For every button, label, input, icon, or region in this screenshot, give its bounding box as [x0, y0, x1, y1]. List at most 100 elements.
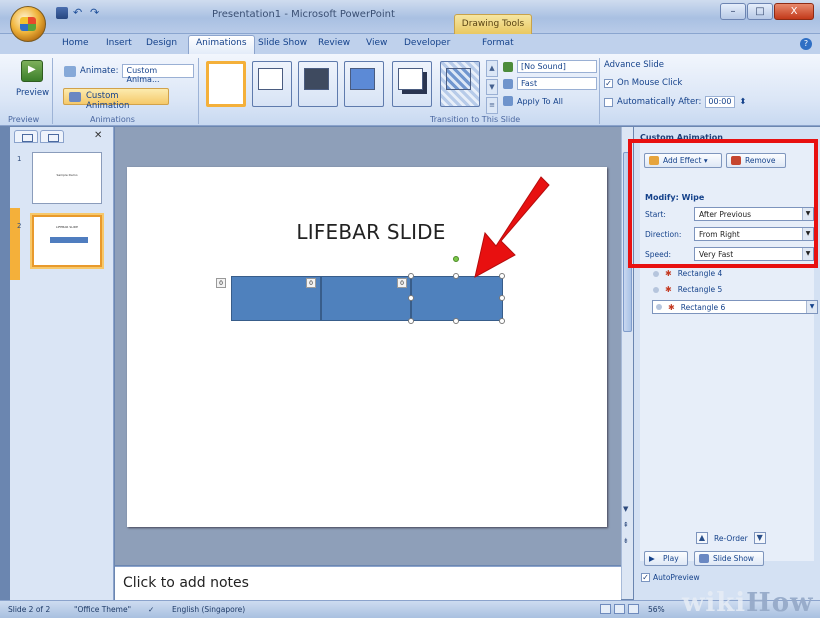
- sorter-view-icon[interactable]: [614, 604, 625, 614]
- office-button[interactable]: [10, 6, 46, 42]
- animate-dropdown[interactable]: Custom Anima...: [122, 64, 195, 84]
- resize-handle[interactable]: [408, 318, 414, 324]
- highlight-box: [628, 139, 818, 268]
- group-label-preview: Preview: [8, 115, 40, 124]
- view-buttons: [600, 604, 639, 614]
- rectangle-6[interactable]: [411, 276, 503, 321]
- apply-to-all-button[interactable]: Apply To All: [517, 97, 563, 106]
- effect-name: Rectangle 6: [680, 302, 726, 312]
- animation-order-tag: 0: [306, 278, 316, 288]
- slide-thumbnail-title: LIFEBAR SLIDE: [56, 225, 78, 229]
- tab-format[interactable]: Format: [482, 38, 514, 48]
- tab-developer[interactable]: Developer: [404, 38, 450, 48]
- tab-slides[interactable]: [14, 130, 38, 143]
- auto-after-time-input[interactable]: 00:00: [705, 96, 736, 108]
- slide-show-button[interactable]: Slide Show: [694, 551, 764, 566]
- slide-thumbnail-1[interactable]: Sample Demo: [32, 152, 102, 204]
- help-icon[interactable]: ?: [800, 38, 812, 50]
- move-up-icon[interactable]: ▲: [696, 532, 708, 544]
- save-icon[interactable]: [56, 7, 68, 19]
- time-spinner-icon[interactable]: ⬍: [739, 97, 746, 107]
- undo-icon[interactable]: ↶: [73, 7, 85, 19]
- wipe-effect-icon: ✱: [665, 285, 672, 294]
- close-button[interactable]: X: [774, 3, 814, 20]
- tab-design[interactable]: Design: [146, 38, 177, 48]
- effect-name: Rectangle 5: [677, 285, 723, 294]
- status-language: English (Singapore): [172, 605, 246, 614]
- tab-insert[interactable]: Insert: [106, 38, 132, 48]
- effect-list-item[interactable]: ✱ Rectangle 4: [653, 269, 722, 278]
- play-button[interactable]: ▶ Play: [644, 551, 688, 566]
- effect-list-item[interactable]: ✱ Rectangle 5: [653, 285, 722, 294]
- transition-thumb-shadow[interactable]: [392, 61, 432, 107]
- reorder-label: Re-Order: [714, 533, 748, 543]
- gallery-up-icon[interactable]: ▲: [486, 60, 498, 77]
- transition-thumb-pattern[interactable]: [440, 61, 480, 107]
- resize-handle[interactable]: [499, 295, 505, 301]
- maximize-button[interactable]: □: [747, 3, 773, 20]
- normal-view-icon[interactable]: [600, 604, 611, 614]
- notes-pane[interactable]: Click to add notes: [115, 566, 621, 600]
- on-mouse-click-checkbox[interactable]: ✓: [604, 78, 613, 88]
- auto-after-label: Automatically After:: [617, 97, 702, 107]
- dropdown-arrow-icon[interactable]: ▼: [806, 301, 817, 313]
- auto-after-checkbox[interactable]: [604, 97, 613, 107]
- resize-handle[interactable]: [408, 273, 414, 279]
- slides-pane: ✕ 1 Sample Demo 2 LIFEBAR SLIDE: [10, 127, 114, 601]
- autopreview-row: ✓ AutoPreview: [641, 573, 700, 582]
- tab-outline[interactable]: [40, 130, 64, 143]
- gallery-more-icon[interactable]: ≡: [486, 97, 498, 115]
- spell-check-icon[interactable]: ✓: [148, 605, 154, 614]
- transition-thumb-dark[interactable]: [298, 61, 338, 107]
- scroll-down-icon[interactable]: ▼: [623, 505, 628, 513]
- advance-slide-label: Advance Slide: [604, 60, 665, 70]
- zoom-level[interactable]: 56%: [648, 605, 665, 614]
- transition-face: [350, 68, 375, 90]
- move-down-icon[interactable]: ▼: [753, 532, 766, 544]
- custom-animation-button[interactable]: Custom Animation: [63, 88, 169, 111]
- transition-face: [258, 68, 283, 90]
- wipe-effect-icon: ✱: [665, 269, 672, 278]
- group-label-animations: Animations: [90, 115, 135, 124]
- autopreview-checkbox[interactable]: ✓: [641, 573, 650, 582]
- current-slide-marker: [10, 208, 20, 280]
- transition-face: [304, 68, 329, 90]
- title-bar: ↶ ↷ Presentation1 - Microsoft PowerPoint…: [0, 0, 820, 42]
- annotation-arrow: [474, 176, 550, 278]
- resize-handle[interactable]: [408, 295, 414, 301]
- animate-label: Animate:: [80, 66, 119, 76]
- resize-handle[interactable]: [453, 273, 459, 279]
- transition-speed-dropdown[interactable]: Fast: [517, 77, 597, 90]
- watermark-how: How: [746, 588, 814, 618]
- resize-handle[interactable]: [499, 318, 505, 324]
- close-pane-icon[interactable]: ✕: [94, 130, 102, 141]
- previous-slide-icon[interactable]: ⇞: [623, 521, 629, 529]
- tab-view[interactable]: View: [366, 38, 387, 48]
- transition-thumb-fade[interactable]: [252, 61, 292, 107]
- animation-order-tag: 0: [216, 278, 226, 288]
- gallery-scroll[interactable]: ▲ ▼ ≡: [486, 60, 498, 115]
- minimize-button[interactable]: –: [720, 3, 746, 20]
- gallery-down-icon[interactable]: ▼: [486, 78, 498, 96]
- slideshow-view-icon[interactable]: [628, 604, 639, 614]
- effect-list-item-selected[interactable]: ✱ Rectangle 6 ▼: [652, 300, 818, 314]
- rotation-handle[interactable]: [453, 256, 459, 262]
- apply-all-icon: [503, 96, 513, 106]
- tab-home[interactable]: Home: [62, 38, 89, 48]
- tab-review[interactable]: Review: [318, 38, 350, 48]
- transition-sound-dropdown[interactable]: [No Sound]: [517, 60, 597, 73]
- window-title: Presentation1 - Microsoft PowerPoint: [212, 9, 395, 20]
- transition-sound-row: [No Sound]: [503, 60, 597, 73]
- next-slide-icon[interactable]: ⇟: [623, 537, 629, 545]
- preview-button-label: Preview: [16, 88, 50, 98]
- redo-icon[interactable]: ↷: [90, 7, 102, 19]
- ribbon-separator: [198, 58, 199, 124]
- slide-thumbnail-2[interactable]: LIFEBAR SLIDE: [30, 213, 104, 269]
- slide-thumbnail-title: Sample Demo: [56, 173, 78, 177]
- tab-slide-show[interactable]: Slide Show: [258, 38, 307, 48]
- tab-animations[interactable]: Animations: [188, 35, 255, 54]
- transition-thumb-blue[interactable]: [344, 61, 384, 107]
- resize-handle[interactable]: [453, 318, 459, 324]
- preview-button[interactable]: Preview: [16, 60, 50, 98]
- transition-thumb-none[interactable]: [206, 61, 246, 107]
